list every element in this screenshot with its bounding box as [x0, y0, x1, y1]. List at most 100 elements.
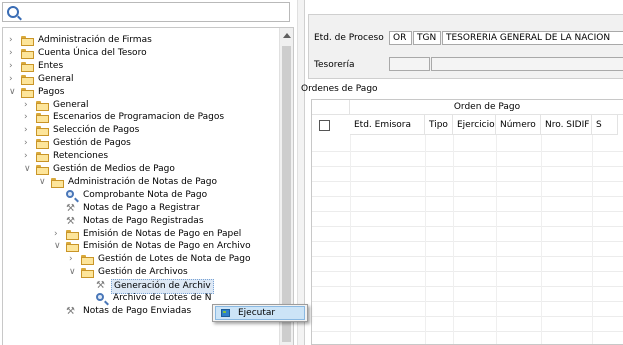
folder-icon — [21, 74, 34, 85]
tree-vertical-scrollbar[interactable] — [279, 28, 293, 345]
scroll-up-icon[interactable] — [283, 33, 291, 38]
tree-node-label: Archivo de Lotes de N — [113, 293, 212, 303]
folder-icon — [36, 152, 49, 163]
context-menu-item-ejecutar[interactable]: Ejecutar — [215, 306, 305, 320]
run-icon — [221, 309, 230, 317]
select-all-checkbox[interactable] — [319, 120, 330, 131]
tree-node-label: Cuenta Única del Tesoro — [38, 47, 147, 58]
column-divider — [425, 135, 426, 344]
column-divider — [592, 135, 593, 344]
navigation-panel: › Administración de Firmas › Cuenta Única d… — [0, 0, 297, 345]
tools-icon — [66, 203, 78, 214]
chevron-down-icon[interactable]: ∨ — [9, 86, 17, 99]
table-row[interactable] — [312, 241, 623, 257]
table-row[interactable] — [312, 151, 623, 167]
column-divider — [496, 135, 497, 344]
chevron-right-icon[interactable]: › — [24, 99, 32, 112]
folder-icon — [81, 268, 94, 279]
orders-group-header: Orden de Pago — [350, 100, 623, 115]
panel-splitter[interactable] — [297, 0, 305, 345]
folder-icon — [21, 87, 34, 98]
tesoreria-code-field[interactable] — [389, 57, 430, 71]
table-row[interactable] — [312, 181, 623, 197]
folder-icon — [36, 113, 49, 124]
folder-icon — [66, 242, 79, 253]
tree-node-label: Administración de Firmas — [38, 35, 152, 45]
folder-icon — [36, 100, 49, 111]
tree-node-label: Emisión de Notas de Pago en Papel — [83, 228, 242, 239]
folder-icon — [36, 139, 49, 150]
chevron-right-icon[interactable]: › — [24, 137, 32, 150]
table-row[interactable] — [312, 286, 623, 302]
table-row[interactable] — [312, 136, 623, 152]
column-header[interactable]: Número — [496, 115, 541, 135]
search-icon — [7, 6, 19, 18]
column-divider — [350, 135, 351, 344]
column-header[interactable]: S — [592, 115, 618, 135]
folder-icon — [81, 255, 94, 266]
tree-node-label: Emisión de Notas de Pago en Archivo — [83, 241, 251, 252]
tree-node-label: Gestión de Lotes de Nota de Pago — [98, 254, 251, 265]
tree-node-label: Notas de Pago Registradas — [83, 215, 204, 226]
tree-node-label: Entes — [38, 60, 64, 71]
chevron-right-icon[interactable]: › — [9, 34, 17, 47]
chevron-right-icon[interactable]: › — [69, 253, 77, 266]
chevron-right-icon[interactable]: › — [24, 111, 32, 124]
chevron-right-icon[interactable]: › — [54, 228, 62, 241]
folder-icon — [21, 36, 34, 46]
chevron-right-icon[interactable]: › — [9, 47, 17, 60]
table-row[interactable] — [312, 196, 623, 212]
chevron-down-icon[interactable]: ∨ — [24, 163, 32, 176]
folder-icon — [36, 126, 49, 137]
tree-node-label: Gestión de Pagos — [53, 138, 131, 149]
detail-panel: Etd. de Proceso OR TGN TESORERIA GENERAL… — [301, 0, 623, 345]
etd-proceso-label: Etd. de Proceso — [314, 33, 384, 43]
etd-entity-field[interactable]: TGN — [413, 31, 441, 45]
tree-node-label: General — [53, 99, 89, 110]
tesoreria-description-field — [431, 57, 623, 71]
tree-node-label: Pagos — [38, 86, 65, 97]
scrollbar-thumb[interactable] — [282, 46, 291, 342]
column-header[interactable]: Ejercicio — [453, 115, 496, 135]
orders-grid: Orden de Pago Etd. Emisora Tipo Ejercicio N… — [311, 99, 623, 345]
chevron-right-icon[interactable]: › — [24, 150, 32, 163]
table-row[interactable] — [312, 166, 623, 182]
tree-node-label: Selección de Pagos — [53, 125, 140, 136]
column-header[interactable]: Etd. Emisora — [350, 115, 425, 135]
tesoreria-label: Tesorería — [314, 60, 355, 70]
context-menu-item-label: Ejecutar — [238, 308, 276, 318]
context-menu: Ejecutar — [212, 304, 308, 322]
chevron-right-icon[interactable]: › — [24, 124, 32, 137]
folder-icon — [21, 61, 34, 72]
folder-icon — [66, 229, 79, 240]
chevron-down-icon[interactable]: ∨ — [39, 176, 47, 189]
grid-corner — [312, 100, 350, 115]
table-row[interactable] — [312, 211, 623, 227]
folder-icon — [51, 177, 64, 188]
etd-code-field[interactable]: OR — [389, 31, 412, 45]
folder-icon — [36, 165, 49, 175]
table-row[interactable] — [312, 271, 623, 287]
table-row[interactable] — [312, 316, 623, 332]
tree-node-label: Retenciones — [53, 151, 109, 162]
tree-search-input[interactable] — [2, 2, 290, 22]
tree-node-label: Administración de Notas de Pago — [68, 176, 217, 187]
chevron-right-icon[interactable]: › — [9, 73, 17, 86]
tree-node-label: General — [38, 73, 74, 84]
chevron-down-icon[interactable]: ∨ — [54, 240, 62, 253]
column-divider — [541, 135, 542, 344]
tools-icon — [66, 306, 78, 317]
chevron-right-icon[interactable]: › — [9, 60, 17, 73]
tree-node-label: Gestión de Archivos — [98, 267, 188, 278]
table-row[interactable] — [312, 256, 623, 272]
column-header[interactable]: Nro. SIDIF — [541, 115, 592, 135]
column-header[interactable]: Tipo — [425, 115, 453, 135]
orders-section-title: Ordenes de Pago — [301, 84, 378, 94]
tools-icon — [96, 280, 108, 291]
magnifier-icon — [66, 189, 74, 198]
chevron-down-icon[interactable]: ∨ — [69, 266, 77, 279]
table-row[interactable] — [312, 226, 623, 242]
table-row[interactable] — [312, 331, 623, 344]
menu-tree: › Administración de Firmas › Cuenta Única d… — [2, 27, 294, 345]
table-row[interactable] — [312, 301, 623, 317]
